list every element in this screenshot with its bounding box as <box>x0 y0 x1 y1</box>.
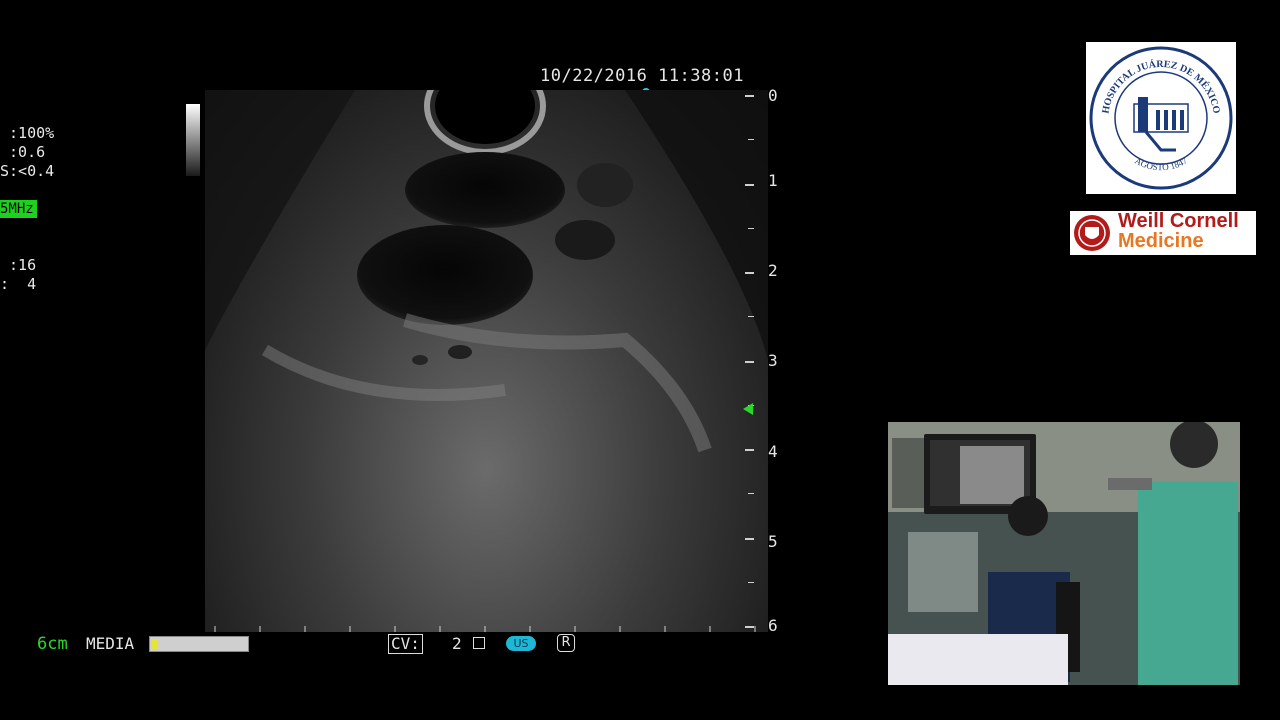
weill-cornell-text: Weill Cornell <box>1118 210 1239 232</box>
param-readout-6: : 4 <box>0 275 37 293</box>
datetime-readout: 10/22/2016 11:38:01 <box>540 66 744 86</box>
lateral-tick-marks <box>214 626 756 632</box>
depth-label-5: 5 <box>768 532 778 551</box>
focus-marker <box>743 403 753 415</box>
us-badge: US <box>506 636 536 651</box>
ultrasound-image-graphic <box>205 90 768 453</box>
media-progress-bar[interactable] <box>149 636 249 652</box>
depth-major-tick <box>745 272 754 274</box>
svg-text:HOSPITAL JUÁREZ DE MÉXICO: HOSPITAL JUÁREZ DE MÉXICO <box>1100 58 1221 115</box>
medicine-text: Medicine <box>1118 230 1204 252</box>
param-readout-5: :16 <box>0 256 37 274</box>
depth-minor-tick <box>748 493 754 494</box>
depth-label-4: 4 <box>768 442 778 461</box>
grayscale-bar <box>186 104 200 176</box>
gain-readout: :100% <box>0 124 55 142</box>
depth-minor-tick <box>748 228 754 229</box>
depth-major-tick <box>745 95 754 97</box>
media-progress-fill <box>152 639 158 649</box>
cv-label: CV: <box>388 634 423 654</box>
depth-label-6: 6 <box>768 616 778 635</box>
weill-cornell-logo: Weill Cornell Medicine <box>1070 211 1256 255</box>
square-icon <box>473 637 485 649</box>
depth-setting: 6cm <box>37 634 68 654</box>
depth-major-tick <box>745 361 754 363</box>
depth-label-2: 2 <box>768 261 778 280</box>
logo-bottom-text: AGOSTO 1847 <box>1133 155 1189 172</box>
procedure-room-video[interactable] <box>888 422 1240 685</box>
depth-label-1: 1 <box>768 171 778 190</box>
depth-label-0: 0 <box>768 86 778 105</box>
depth-major-tick <box>745 538 754 540</box>
svg-text:AGOSTO 1847: AGOSTO 1847 <box>1133 155 1189 172</box>
media-label: MEDIA <box>86 634 135 653</box>
r-badge: R <box>557 634 575 652</box>
param-readout-2: :0.6 <box>0 143 46 161</box>
param-readout-3: S:<0.4 <box>0 162 55 180</box>
depth-minor-tick <box>748 316 754 317</box>
logo-top-text: HOSPITAL JUÁREZ DE MÉXICO <box>1100 58 1221 115</box>
hospital-juarez-logo: HOSPITAL JUÁREZ DE MÉXICO AGOSTO 1847 <box>1086 42 1236 194</box>
ultrasound-image[interactable] <box>205 90 768 632</box>
cornell-seal-icon <box>1074 215 1110 251</box>
depth-minor-tick <box>748 139 754 140</box>
depth-label-3: 3 <box>768 351 778 370</box>
depth-major-tick <box>745 449 754 451</box>
depth-major-tick <box>745 184 754 186</box>
cv-value: 2 <box>452 634 462 653</box>
depth-minor-tick <box>748 582 754 583</box>
frequency-badge: 5MHz <box>0 200 37 218</box>
procedure-room-scene <box>888 422 1240 685</box>
